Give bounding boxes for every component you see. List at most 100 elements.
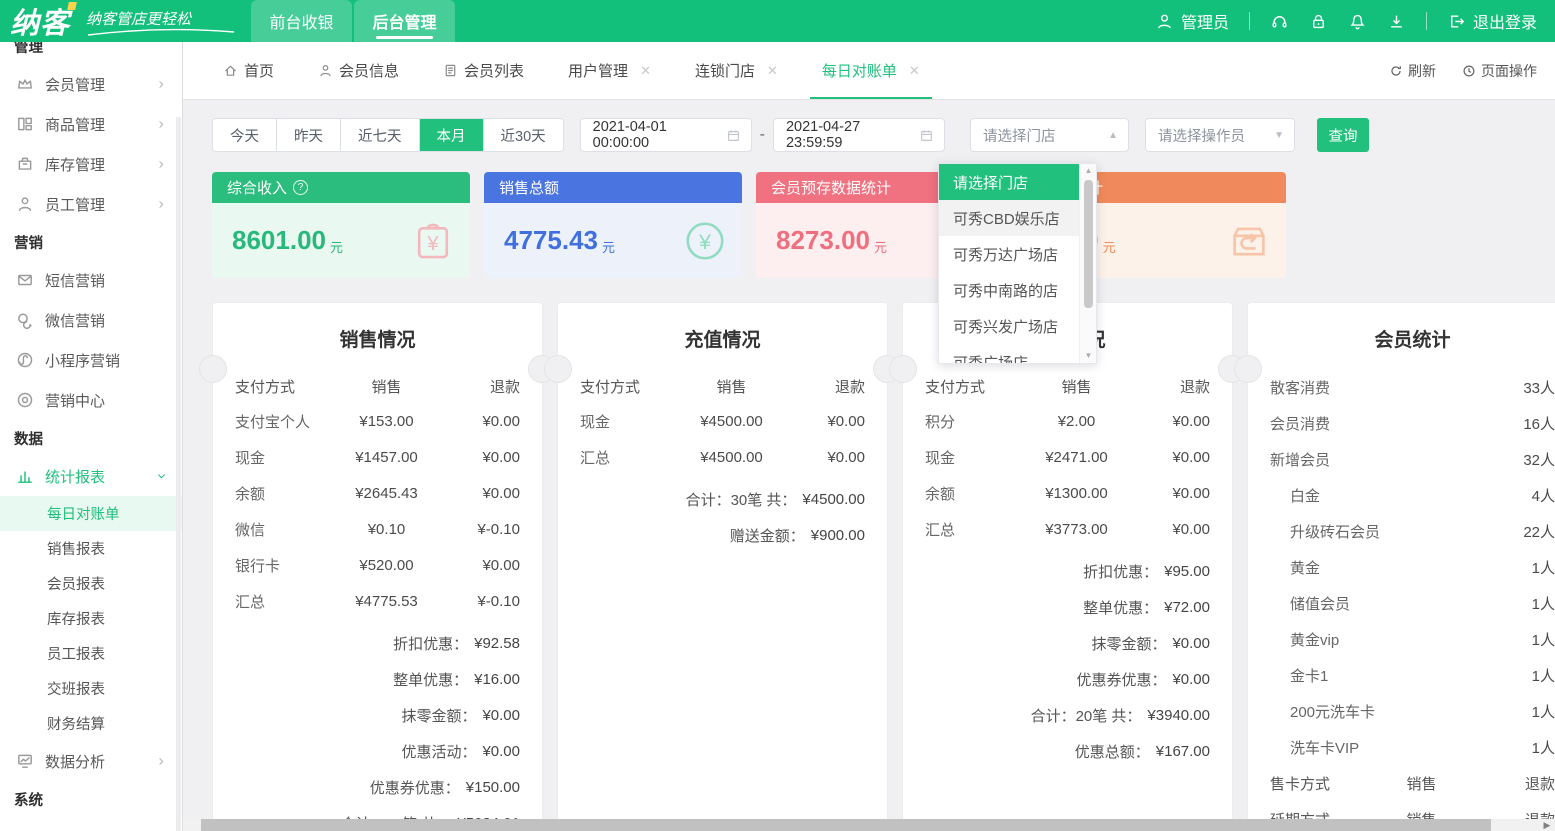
notification-bell-icon[interactable]	[1348, 12, 1367, 31]
sidebar-subitem-交班报表[interactable]: 交班报表	[0, 671, 182, 706]
staff-icon	[16, 195, 34, 213]
panel-title: 销售情况	[213, 303, 542, 355]
stat-row: 黄金1人	[1248, 549, 1555, 585]
close-icon[interactable]: ✕	[767, 63, 778, 79]
support-headset-icon[interactable]	[1270, 12, 1289, 31]
close-icon[interactable]: ✕	[640, 63, 651, 79]
monitor-icon	[16, 752, 34, 770]
summary-row: 赠送金额：¥900.00	[558, 517, 887, 553]
lock-icon[interactable]	[1309, 12, 1328, 31]
refresh-button[interactable]: 刷新	[1389, 61, 1436, 81]
mode-tab-0[interactable]: 前台收银	[251, 0, 352, 42]
sidebar-section-label: 数据	[0, 420, 182, 456]
sidebar-section-label: 管理	[0, 42, 182, 64]
sidebar-item-微信营销[interactable]: 微信营销	[0, 300, 182, 340]
summary-row: 优惠总额：¥167.00	[903, 733, 1232, 769]
sidebar-item-商品管理[interactable]: 商品管理	[0, 104, 182, 144]
range-button-本月[interactable]: 本月	[420, 119, 484, 151]
help-icon[interactable]: ?	[293, 180, 308, 195]
sidebar-subitem-员工报表[interactable]: 员工报表	[0, 636, 182, 671]
store-option-可秀万达广场店[interactable]: 可秀万达广场店	[939, 236, 1079, 272]
store-option-可秀兴发广场店[interactable]: 可秀兴发广场店	[939, 308, 1079, 344]
stat-row: 洗车卡VIP1人	[1248, 729, 1555, 765]
sidebar-item-小程序营销[interactable]: 小程序营销	[0, 340, 182, 380]
horizontal-scroll-thumb[interactable]	[201, 819, 1491, 831]
date-range-segment: 今天昨天近七天本月近30天	[212, 118, 564, 152]
summary-row: 优惠券优惠：¥150.00	[213, 769, 542, 805]
stat-cards: 综合收入?8601.00元¥销售总额4775.43元¥会员预存数据统计8273.…	[212, 172, 1555, 278]
stat-row: 金卡11人	[1248, 657, 1555, 693]
stat-row: 新增会员32人	[1248, 441, 1555, 477]
summary-row: 整单优惠：¥16.00	[213, 661, 542, 697]
store-dropdown: 请选择门店可秀CBD娱乐店可秀万达广场店可秀中南路的店可秀兴发广场店可秀广场店 …	[938, 163, 1097, 364]
tab-会员信息[interactable]: 会员信息	[318, 42, 399, 99]
user-name: 管理员	[1181, 9, 1229, 33]
range-button-近30天[interactable]: 近30天	[484, 119, 563, 151]
scroll-thumb[interactable]	[1084, 180, 1093, 308]
sidebar-item-库存管理[interactable]: 库存管理	[0, 144, 182, 184]
sidebar-subitem-销售报表[interactable]: 销售报表	[0, 531, 182, 566]
stat-row: 黄金vip1人	[1248, 621, 1555, 657]
tab-连锁门店[interactable]: 连锁门店✕	[695, 42, 778, 99]
mode-tab-1[interactable]: 后台管理	[354, 0, 455, 42]
search-button[interactable]: 查询	[1317, 118, 1369, 152]
sidebar-section-label: 营销	[0, 224, 182, 260]
download-icon[interactable]	[1387, 12, 1406, 31]
scroll-right-arrow[interactable]: ▶	[1539, 819, 1555, 831]
logout-icon	[1447, 12, 1466, 31]
stat-row: 200元洗车卡1人	[1248, 693, 1555, 729]
svg-text:¥: ¥	[426, 233, 439, 255]
store-option-可秀广场店[interactable]: 可秀广场店	[939, 344, 1079, 364]
store-option-可秀CBD娱乐店[interactable]: 可秀CBD娱乐店	[939, 200, 1079, 236]
dropdown-scrollbar: ▲ ▼	[1079, 164, 1096, 363]
topbar: 纳客 纳客管店更轻松 前台收银后台管理 管理员 退出登录	[0, 0, 1555, 42]
chevron-right-icon	[155, 158, 168, 171]
topbar-right: 管理员 退出登录	[1155, 9, 1555, 33]
table-row: 汇总¥3773.00¥0.00	[903, 511, 1232, 547]
crown-icon	[16, 75, 34, 93]
store-option-请选择门店[interactable]: 请选择门店	[939, 164, 1079, 200]
stat-row: 储值会员1人	[1248, 585, 1555, 621]
main-area: 首页会员信息会员列表用户管理✕连锁门店✕每日对账单✕ 刷新 页面操作 今天昨天近…	[183, 42, 1555, 831]
sidebar-item-数据分析[interactable]: 数据分析	[0, 741, 182, 781]
date-to-input[interactable]: 2021-04-27 23:59:59	[773, 118, 945, 152]
scroll-up-arrow[interactable]: ▲	[1080, 164, 1097, 178]
content-area: 今天昨天近七天本月近30天 2021-04-01 00:00:00 - 2021…	[183, 100, 1555, 831]
sidebar-subitem-财务结算[interactable]: 财务结算	[0, 706, 182, 741]
sidebar-item-统计报表[interactable]: 统计报表	[0, 456, 182, 496]
scroll-down-arrow[interactable]: ▼	[1080, 349, 1097, 363]
sidebar-item-员工管理[interactable]: 员工管理	[0, 184, 182, 224]
tab-每日对账单[interactable]: 每日对账单✕	[822, 42, 920, 99]
summary-row: 优惠券优惠：¥0.00	[903, 661, 1232, 697]
calendar-icon	[726, 128, 741, 143]
stat-card-0: 综合收入?8601.00元¥	[212, 172, 470, 278]
panel-会员统计: 会员统计散客消费33人会员消费16人新增会员32人白金4人升级砖石会员22人黄金…	[1247, 302, 1555, 831]
close-icon[interactable]: ✕	[909, 63, 920, 79]
tab-用户管理[interactable]: 用户管理✕	[568, 42, 651, 99]
logout-button[interactable]: 退出登录	[1447, 9, 1537, 33]
divider	[1426, 12, 1427, 30]
sidebar-subitem-每日对账单[interactable]: 每日对账单	[0, 496, 182, 531]
store-option-可秀中南路的店[interactable]: 可秀中南路的店	[939, 272, 1079, 308]
page-operations-button[interactable]: 页面操作	[1462, 61, 1537, 81]
range-button-昨天[interactable]: 昨天	[277, 119, 341, 151]
horizontal-scrollbar: ▶	[183, 819, 1555, 831]
summary-row: 整单优惠：¥72.00	[903, 589, 1232, 625]
tab-会员列表[interactable]: 会员列表	[443, 42, 524, 99]
sidebar-item-会员管理[interactable]: 会员管理	[0, 64, 182, 104]
current-user[interactable]: 管理员	[1155, 9, 1229, 33]
date-from-input[interactable]: 2021-04-01 00:00:00	[580, 118, 752, 152]
sidebar-item-短信营销[interactable]: 短信营销	[0, 260, 182, 300]
range-button-今天[interactable]: 今天	[213, 119, 277, 151]
summary-row: 折扣优惠：¥95.00	[903, 553, 1232, 589]
svg-text:¥: ¥	[698, 229, 712, 254]
range-button-近七天[interactable]: 近七天	[341, 119, 420, 151]
sidebar-item-营销中心[interactable]: 营销中心	[0, 380, 182, 420]
store-select[interactable]: 请选择门店 ▲	[970, 118, 1129, 152]
sidebar-subitem-库存报表[interactable]: 库存报表	[0, 601, 182, 636]
stat-card-unit: 元	[330, 237, 343, 256]
sidebar-subitem-会员报表[interactable]: 会员报表	[0, 566, 182, 601]
return-box-icon	[1226, 218, 1272, 264]
operator-select[interactable]: 请选择操作员 ▼	[1145, 118, 1295, 152]
tab-首页[interactable]: 首页	[223, 42, 274, 99]
